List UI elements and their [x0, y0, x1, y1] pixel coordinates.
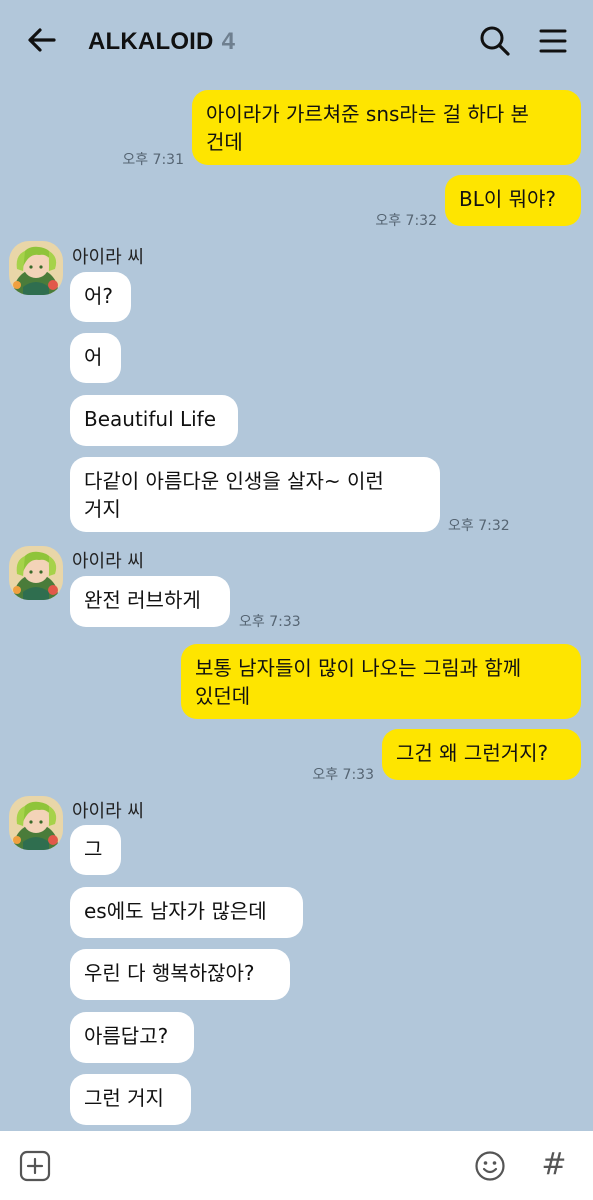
search-icon: [480, 26, 510, 56]
emoji-icon: [475, 1151, 505, 1181]
other-message-bubble[interactable]: 그: [70, 825, 121, 875]
sender-name: 아이라 씨: [72, 551, 144, 572]
back-button[interactable]: [24, 22, 60, 58]
other-message-bubble[interactable]: Beautiful Life: [70, 395, 238, 446]
other-message-bubble[interactable]: 어?: [70, 272, 131, 322]
chat-title-area: ALKALOID 4: [88, 24, 235, 60]
menu-button[interactable]: [538, 26, 568, 56]
message-timestamp: 오후 7:31: [122, 152, 184, 168]
message-timestamp: 오후 7:32: [448, 518, 510, 534]
other-message-bubble[interactable]: 어: [70, 333, 121, 383]
avatar-image: [9, 241, 63, 295]
attach-button[interactable]: [19, 1150, 51, 1182]
other-message-bubble[interactable]: 그런 거지: [70, 1074, 191, 1125]
chat-screen: ALKALOID 4 오후 7:31 아이라가 가르쳐준 sns라는 걸 하다 …: [0, 0, 593, 1200]
member-count: 4: [221, 28, 235, 55]
plus-icon: [19, 1150, 51, 1182]
chat-room-title: ALKALOID: [88, 28, 214, 55]
other-message-bubble[interactable]: 완전 러브하게: [70, 576, 230, 627]
my-message-bubble[interactable]: 그건 왜 그런거지?: [382, 729, 581, 780]
avatar-aira[interactable]: [9, 546, 63, 600]
avatar-aira[interactable]: [9, 241, 63, 295]
search-button[interactable]: [478, 24, 512, 58]
message-input-bar[interactable]: #: [0, 1131, 593, 1200]
sender-name: 아이라 씨: [72, 247, 144, 268]
other-message-bubble[interactable]: es에도 남자가 많은데: [70, 887, 303, 938]
my-message-bubble[interactable]: 보통 남자들이 많이 나오는 그림과 함께 있던데: [181, 644, 581, 719]
other-message-bubble[interactable]: 다같이 아름다운 인생을 살자~ 이런 거지: [70, 457, 440, 532]
arrow-left-icon: [28, 28, 56, 52]
avatar-image: [9, 546, 63, 600]
emoji-button[interactable]: [474, 1150, 506, 1182]
hamburger-menu-icon: [539, 29, 567, 53]
message-timestamp: 오후 7:32: [375, 213, 437, 229]
avatar-aira[interactable]: [9, 796, 63, 850]
other-message-bubble[interactable]: 우린 다 행복하잖아?: [70, 949, 290, 1000]
message-timestamp: 오후 7:33: [312, 767, 374, 783]
my-message-bubble[interactable]: BL이 뭐야?: [445, 175, 581, 226]
hashtag-icon[interactable]: #: [540, 1147, 568, 1183]
chat-header: ALKALOID 4: [0, 0, 593, 84]
sender-name: 아이라 씨: [72, 801, 144, 822]
avatar-image: [9, 796, 63, 850]
my-message-bubble[interactable]: 아이라가 가르쳐준 sns라는 걸 하다 본 건데: [192, 90, 581, 165]
message-timestamp: 오후 7:33: [239, 614, 301, 630]
other-message-bubble[interactable]: 아름답고?: [70, 1012, 194, 1063]
